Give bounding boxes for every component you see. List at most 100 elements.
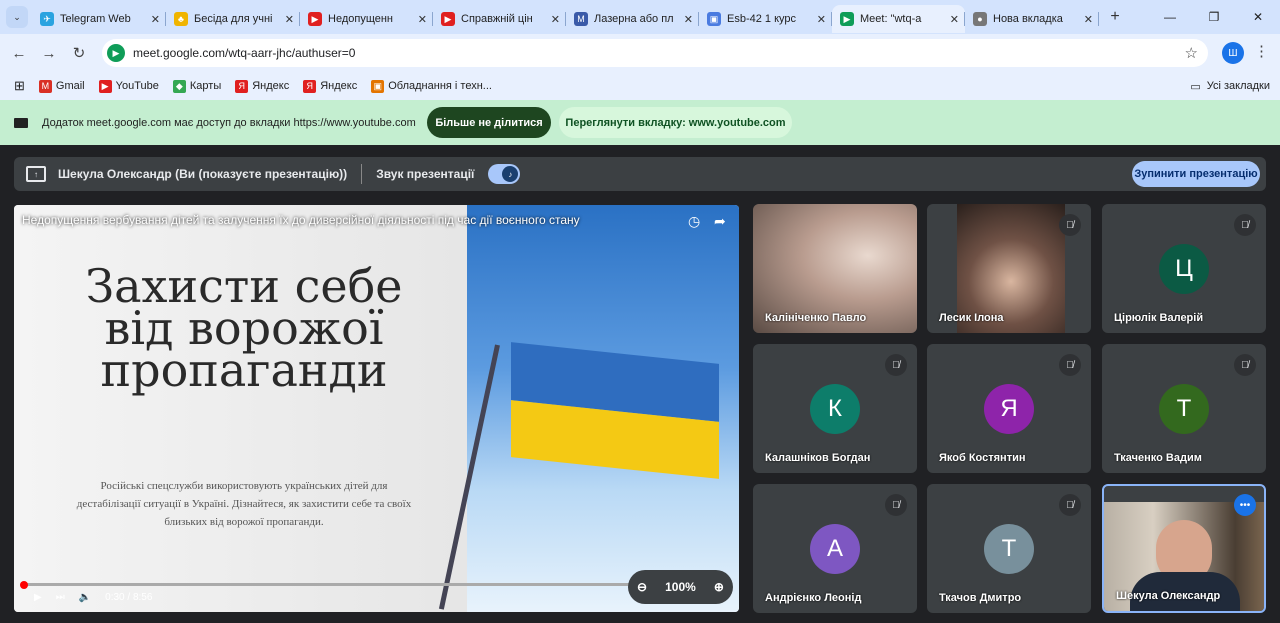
tab-5[interactable]: M Лазерна або пл ✕ [566, 5, 699, 33]
mic-off-icon: 🎙̸ [1234, 354, 1256, 376]
body-line: близьких від ворожої пропаганди. [164, 516, 324, 528]
slide-body: Російські спецслужби використовують укра… [44, 477, 444, 531]
body-line: дестабілізації ситуації в Україні. Дізна… [76, 498, 412, 510]
tab-title: Esb-42 1 курс [727, 13, 797, 25]
tab-search-button[interactable]: ⌄ [6, 6, 28, 28]
bookmark-item[interactable]: ◆ Карты [172, 79, 221, 93]
watch-later-icon[interactable]: ◷ [688, 213, 700, 230]
participant-tile[interactable]: ••• Шекула Олександр [1102, 484, 1266, 613]
tab-3[interactable]: ▶ Недопущенн ✕ [300, 5, 433, 33]
omnibox[interactable]: ▶ meet.google.com/wtq-aarr-jhc/authuser=… [102, 39, 1208, 67]
bookmark-item[interactable]: ▣ Обладнання і техн... [371, 79, 492, 93]
participant-name: Якоб Костянтин [939, 452, 1026, 464]
tab-2[interactable]: ♣ Бесіда для учні ✕ [166, 5, 300, 33]
apps-grid-icon[interactable]: ⊞ [14, 78, 25, 94]
view-tab-button[interactable]: Переглянути вкладку: www.youtube.com [559, 107, 792, 138]
bookmark-item[interactable]: Я Яндекс [235, 79, 290, 93]
volume-icon[interactable]: 🔈 [79, 592, 91, 603]
bookmark-favicon-icon: ▣ [371, 79, 385, 93]
tab-title: Лазерна або пл [594, 13, 674, 25]
participant-tile[interactable]: Т 🎙̸ Ткаченко Вадим [1102, 344, 1266, 473]
participant-tile[interactable]: Т 🎙̸ Ткачов Дмитро [927, 484, 1091, 613]
close-tab-icon[interactable]: ✕ [684, 13, 693, 26]
bookmark-label: Яндекс [252, 80, 290, 92]
mic-off-icon: 🎙̸ [885, 494, 907, 516]
tab-title: Недопущенн [328, 13, 394, 25]
divider [361, 164, 363, 184]
play-icon[interactable]: ▶ [34, 592, 42, 603]
url-text[interactable]: meet.google.com/wtq-aarr-jhc/authuser=0 [133, 46, 355, 60]
shared-video[interactable]: Недопущення вербування дітей та залученн… [14, 205, 739, 612]
headline-line: пропаганди [100, 343, 388, 397]
tab-8[interactable]: ● Нова вкладка ✕ [965, 5, 1099, 33]
video-controls: ▶ ⏭ 🔈 0:30 / 8:56 [34, 592, 166, 603]
close-tab-icon[interactable]: ✕ [551, 13, 560, 26]
video-time: 0:30 / 8:56 [105, 592, 153, 603]
slide-headline: Захисти себе від ворожої пропаганди [44, 263, 444, 397]
minimize-icon[interactable]: — [1148, 0, 1192, 34]
close-tab-icon[interactable]: ✕ [418, 13, 427, 26]
stop-presenting-button[interactable]: Зупинити презентацію [1132, 161, 1260, 187]
zoom-in-icon[interactable]: ⊕ [714, 580, 724, 594]
participant-tile[interactable]: А 🎙̸ Андрієнко Леонід [753, 484, 917, 613]
close-tab-icon[interactable]: ✕ [151, 13, 160, 26]
close-icon[interactable]: ✕ [1236, 0, 1280, 34]
close-tab-icon[interactable]: ✕ [950, 13, 959, 26]
tab-title: Telegram Web [60, 13, 131, 25]
tab-title: Бесіда для учні [194, 13, 273, 25]
site-info-icon[interactable]: ▶ [107, 44, 125, 62]
tab-strip: ⌄ ✈ Telegram Web ✕ ♣ Бесіда для учні ✕ ▶ Недопу… [0, 0, 1280, 34]
ukraine-flag [511, 342, 719, 479]
participant-name: Ткаченко Вадим [1114, 452, 1202, 464]
tab-title: Meet: "wtq-a [860, 13, 922, 25]
bookmark-item[interactable]: M Gmail [38, 79, 85, 93]
participant-tile[interactable]: 🎙̸ Лесик Ілона [927, 204, 1091, 333]
sharing-infobar: Додаток meet.google.com має доступ до вк… [0, 100, 1280, 145]
all-bookmarks[interactable]: ▭ Усі закладки [1190, 72, 1270, 100]
back-icon[interactable]: ← [4, 45, 34, 62]
tab-1[interactable]: ✈ Telegram Web ✕ [32, 5, 166, 33]
new-tab-button[interactable]: + [1103, 8, 1127, 26]
audio-toggle[interactable]: ♪ [488, 164, 521, 184]
close-tab-icon[interactable]: ✕ [285, 13, 294, 26]
participant-tile[interactable]: К 🎙̸ Калашніков Богдан [753, 344, 917, 473]
reload-icon[interactable]: ↻ [64, 44, 94, 62]
zoom-level: 100% [665, 580, 696, 594]
seek-handle[interactable] [20, 581, 28, 589]
participant-tile[interactable]: Я 🎙̸ Якоб Костянтин [927, 344, 1091, 473]
forward-icon[interactable]: → [34, 45, 64, 62]
maximize-icon[interactable]: ❐ [1192, 0, 1236, 34]
more-options-icon[interactable]: ••• [1234, 494, 1256, 516]
bookmark-item[interactable]: ▶ YouTube [98, 79, 159, 93]
next-icon[interactable]: ⏭ [56, 592, 65, 603]
close-tab-icon[interactable]: ✕ [1084, 13, 1093, 26]
folder-icon: ▭ [1190, 80, 1201, 93]
tab-7[interactable]: ▶ Meet: "wtq-a ✕ [832, 5, 965, 33]
profile-avatar[interactable]: Ш [1222, 42, 1244, 64]
tab-6[interactable]: ▣ Esb-42 1 курс ✕ [699, 5, 832, 33]
tab-favicon-icon: M [574, 12, 588, 26]
participant-name: Ткачов Дмитро [939, 592, 1022, 604]
bookmark-star-icon[interactable]: ☆ [1185, 44, 1198, 62]
participant-name: Шекула Олександр [1116, 590, 1221, 602]
tab-favicon-icon: ▶ [441, 12, 455, 26]
bookmark-label: YouTube [115, 80, 159, 92]
participant-name: Андрієнко Леонід [765, 592, 862, 604]
zoom-out-icon[interactable]: ⊖ [637, 580, 647, 594]
participant-name: Цірюлік Валерій [1114, 312, 1204, 324]
zoom-control: ⊖ 100% ⊕ [628, 570, 733, 604]
close-tab-icon[interactable]: ✕ [817, 13, 826, 26]
bookmark-favicon-icon: M [38, 79, 52, 93]
bookmark-favicon-icon: Я [235, 79, 249, 93]
bookmark-favicon-icon: ◆ [172, 79, 186, 93]
infobar-message: Додаток meet.google.com має доступ до вк… [42, 116, 416, 129]
share-icon[interactable]: ➦ [714, 213, 726, 230]
participant-tile[interactable]: Калініченко Павло [753, 204, 917, 333]
bookmark-item[interactable]: Я Яндекс [303, 79, 357, 93]
participant-tile[interactable]: Ц 🎙̸ Цірюлік Валерій [1102, 204, 1266, 333]
participant-avatar: Т [1159, 384, 1209, 434]
tab-4[interactable]: ▶ Справжній цін ✕ [433, 5, 566, 33]
browser-menu-icon[interactable]: ⋮ [1254, 42, 1269, 60]
seek-bar[interactable] [22, 583, 632, 586]
stop-sharing-button[interactable]: Більше не ділитися [427, 107, 551, 138]
